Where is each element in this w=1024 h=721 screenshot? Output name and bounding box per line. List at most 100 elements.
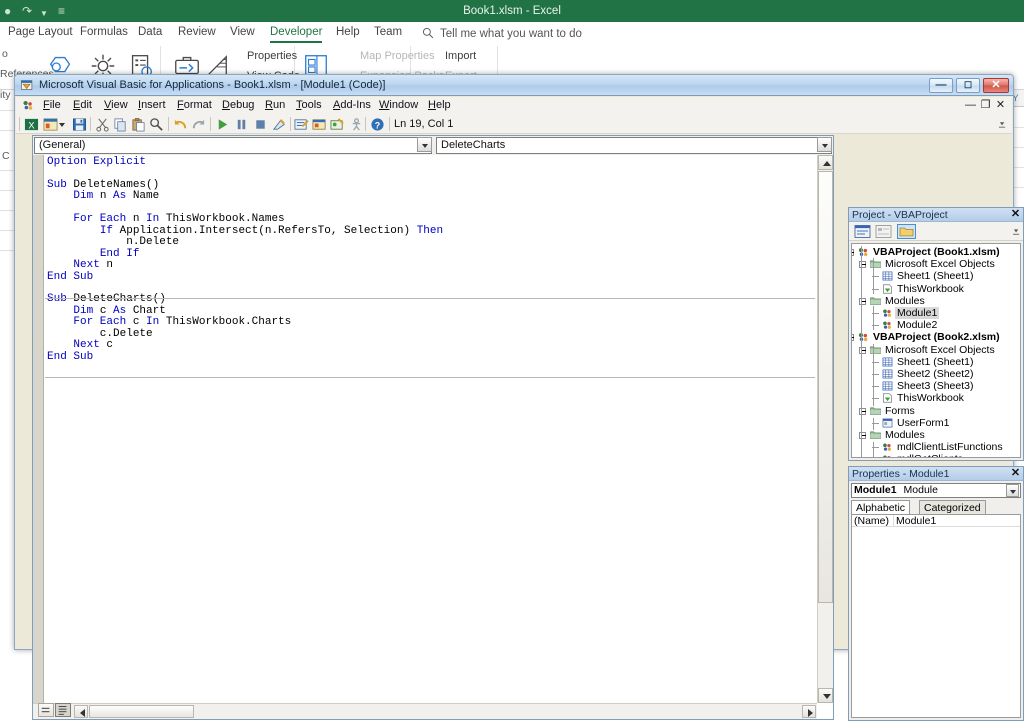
vertical-scroll-thumb[interactable] — [818, 171, 833, 603]
toolbar-separator — [365, 117, 366, 131]
project-tree[interactable]: VBAProject (Book1.xlsm) Microsoft Excel O… — [851, 243, 1021, 458]
properties-tab-alphabetic[interactable]: Alphabetic — [851, 500, 911, 514]
tree-node-label: Sheet1 (Sheet1) — [897, 355, 974, 368]
procedure-view-button[interactable] — [38, 703, 54, 717]
collapse-icon[interactable] — [852, 249, 854, 256]
scroll-up-button[interactable] — [818, 155, 833, 170]
tell-me-box[interactable]: Tell me what you want to do — [440, 26, 582, 42]
object-browser-icon[interactable] — [330, 117, 345, 132]
ribbon-tab-view[interactable]: View — [230, 22, 255, 43]
ribbon-tab-data[interactable]: Data — [138, 22, 162, 43]
project-explorer-close-button[interactable]: ✕ — [1010, 209, 1021, 220]
ribbon-fragment: ity — [0, 89, 11, 101]
tree-connector — [873, 306, 874, 330]
view-excel-icon[interactable]: X — [24, 117, 39, 132]
procedure-separator — [45, 298, 815, 299]
object-dropdown[interactable]: (General) — [34, 137, 432, 154]
menu-format[interactable]: Format — [174, 97, 215, 114]
procedure-dropdown-arrow[interactable] — [817, 137, 832, 152]
toolbar-separator — [389, 117, 390, 131]
vbe-close-button[interactable]: ✕ — [983, 78, 1009, 93]
mdi-minimize-button[interactable]: — — [964, 97, 977, 114]
tree-node-label: Module1 — [895, 307, 940, 319]
menu-window[interactable]: Window — [376, 97, 421, 114]
toggle-folders-button[interactable] — [897, 224, 916, 239]
paste-icon[interactable] — [131, 117, 146, 132]
chevron-down-icon — [822, 144, 828, 148]
menu-edit[interactable]: Edit — [70, 97, 95, 114]
menu-add-ins[interactable]: Add-Ins — [330, 97, 374, 114]
tree-node-label: Sheet3 (Sheet3) — [897, 380, 974, 393]
code-vertical-scrollbar[interactable] — [817, 155, 833, 703]
toolbar-overflow-icon[interactable] — [1013, 225, 1020, 239]
reset-icon[interactable] — [253, 117, 268, 132]
menu-tools[interactable]: Tools — [293, 97, 325, 114]
view-code-button[interactable] — [853, 224, 872, 239]
menu-file[interactable]: File — [40, 97, 64, 114]
code-window-dropdowns: (General) DeleteCharts — [33, 136, 833, 155]
ribbon-tab-page-layout[interactable]: Page Layout — [8, 22, 73, 43]
full-module-view-button[interactable] — [55, 703, 71, 717]
vbe-minimize-button[interactable]: — — [929, 78, 953, 93]
properties-close-button[interactable]: ✕ — [1010, 468, 1021, 479]
toolbar-overflow-icon[interactable] — [999, 117, 1006, 131]
help-icon[interactable]: ? — [370, 117, 385, 132]
scroll-right-button[interactable] — [802, 705, 816, 718]
tree-node-label: UserForm1 — [897, 416, 950, 429]
code-editing-surface[interactable]: Option Explicit Sub DeleteNames() Dim n A… — [33, 155, 833, 719]
code-text[interactable]: Option Explicit Sub DeleteNames() Dim n A… — [47, 156, 815, 363]
folder-icon — [870, 259, 881, 269]
properties-grid[interactable]: (Name) Module1 — [851, 514, 1021, 718]
horizontal-scroll-thumb[interactable] — [89, 705, 194, 718]
property-value[interactable]: Module1 — [896, 515, 936, 527]
project-explorer-icon[interactable] — [294, 117, 309, 132]
mdi-close-button[interactable]: ✕ — [994, 97, 1007, 114]
insert-userform-icon[interactable] — [43, 117, 58, 132]
mdi-restore-button[interactable]: ❐ — [979, 97, 992, 114]
scroll-down-button[interactable] — [818, 688, 833, 703]
ribbon-item-properties[interactable]: Properties — [247, 50, 297, 63]
view-object-button[interactable] — [874, 224, 893, 239]
vbe-restore-button[interactable]: ☐ — [956, 78, 980, 93]
copy-icon[interactable] — [113, 117, 128, 132]
procedure-dropdown[interactable]: DeleteCharts — [436, 137, 832, 154]
ribbon-tab-review[interactable]: Review — [178, 22, 216, 43]
ribbon-item-import[interactable]: Import — [445, 50, 476, 63]
menu-insert[interactable]: Insert — [135, 97, 169, 114]
design-mode-icon[interactable] — [272, 117, 287, 132]
vbe-title-bar[interactable]: Microsoft Visual Basic for Applications … — [15, 75, 1013, 96]
menu-run[interactable]: Run — [262, 97, 288, 114]
module-icon — [882, 308, 893, 318]
undo-icon[interactable] — [173, 117, 188, 132]
ribbon-tab-formulas[interactable]: Formulas — [80, 22, 128, 43]
toolbar-grip — [19, 117, 20, 131]
code-margin-indicator-bar[interactable] — [33, 155, 44, 719]
project-explorer-title: Project - VBAProject — [849, 208, 1023, 222]
properties-combo-arrow[interactable] — [1006, 484, 1019, 497]
properties-tab-categorized[interactable]: Categorized — [919, 500, 986, 514]
menu-help[interactable]: Help — [425, 97, 454, 114]
save-icon[interactable] — [72, 117, 87, 132]
break-icon[interactable] — [234, 117, 249, 132]
ribbon-tab-help[interactable]: Help — [336, 22, 360, 43]
run-icon[interactable] — [215, 117, 230, 132]
properties-object-combo[interactable]: Module1 Module — [851, 483, 1021, 498]
vba-editor-window: Microsoft Visual Basic for Applications … — [14, 74, 1024, 721]
cut-icon[interactable] — [95, 117, 110, 132]
ribbon-tab-team[interactable]: Team — [374, 22, 402, 43]
properties-window-icon[interactable] — [312, 117, 327, 132]
excel-title-text: Book1.xlsm - Excel — [463, 5, 561, 17]
code-horizontal-scrollbar[interactable] — [33, 703, 817, 719]
collapse-icon[interactable] — [852, 334, 854, 342]
folder-icon — [870, 345, 881, 355]
menu-view[interactable]: View — [101, 97, 131, 114]
find-icon[interactable] — [149, 117, 164, 132]
property-row[interactable]: (Name) Module1 — [852, 515, 1020, 527]
scroll-left-button[interactable] — [74, 705, 88, 718]
chevron-down-icon[interactable] — [59, 117, 67, 132]
redo-icon[interactable] — [191, 117, 206, 132]
minimize-icon: — — [935, 79, 947, 91]
ribbon-tab-developer[interactable]: Developer — [270, 22, 323, 43]
menu-debug[interactable]: Debug — [219, 97, 257, 114]
object-dropdown-arrow[interactable] — [417, 137, 432, 152]
